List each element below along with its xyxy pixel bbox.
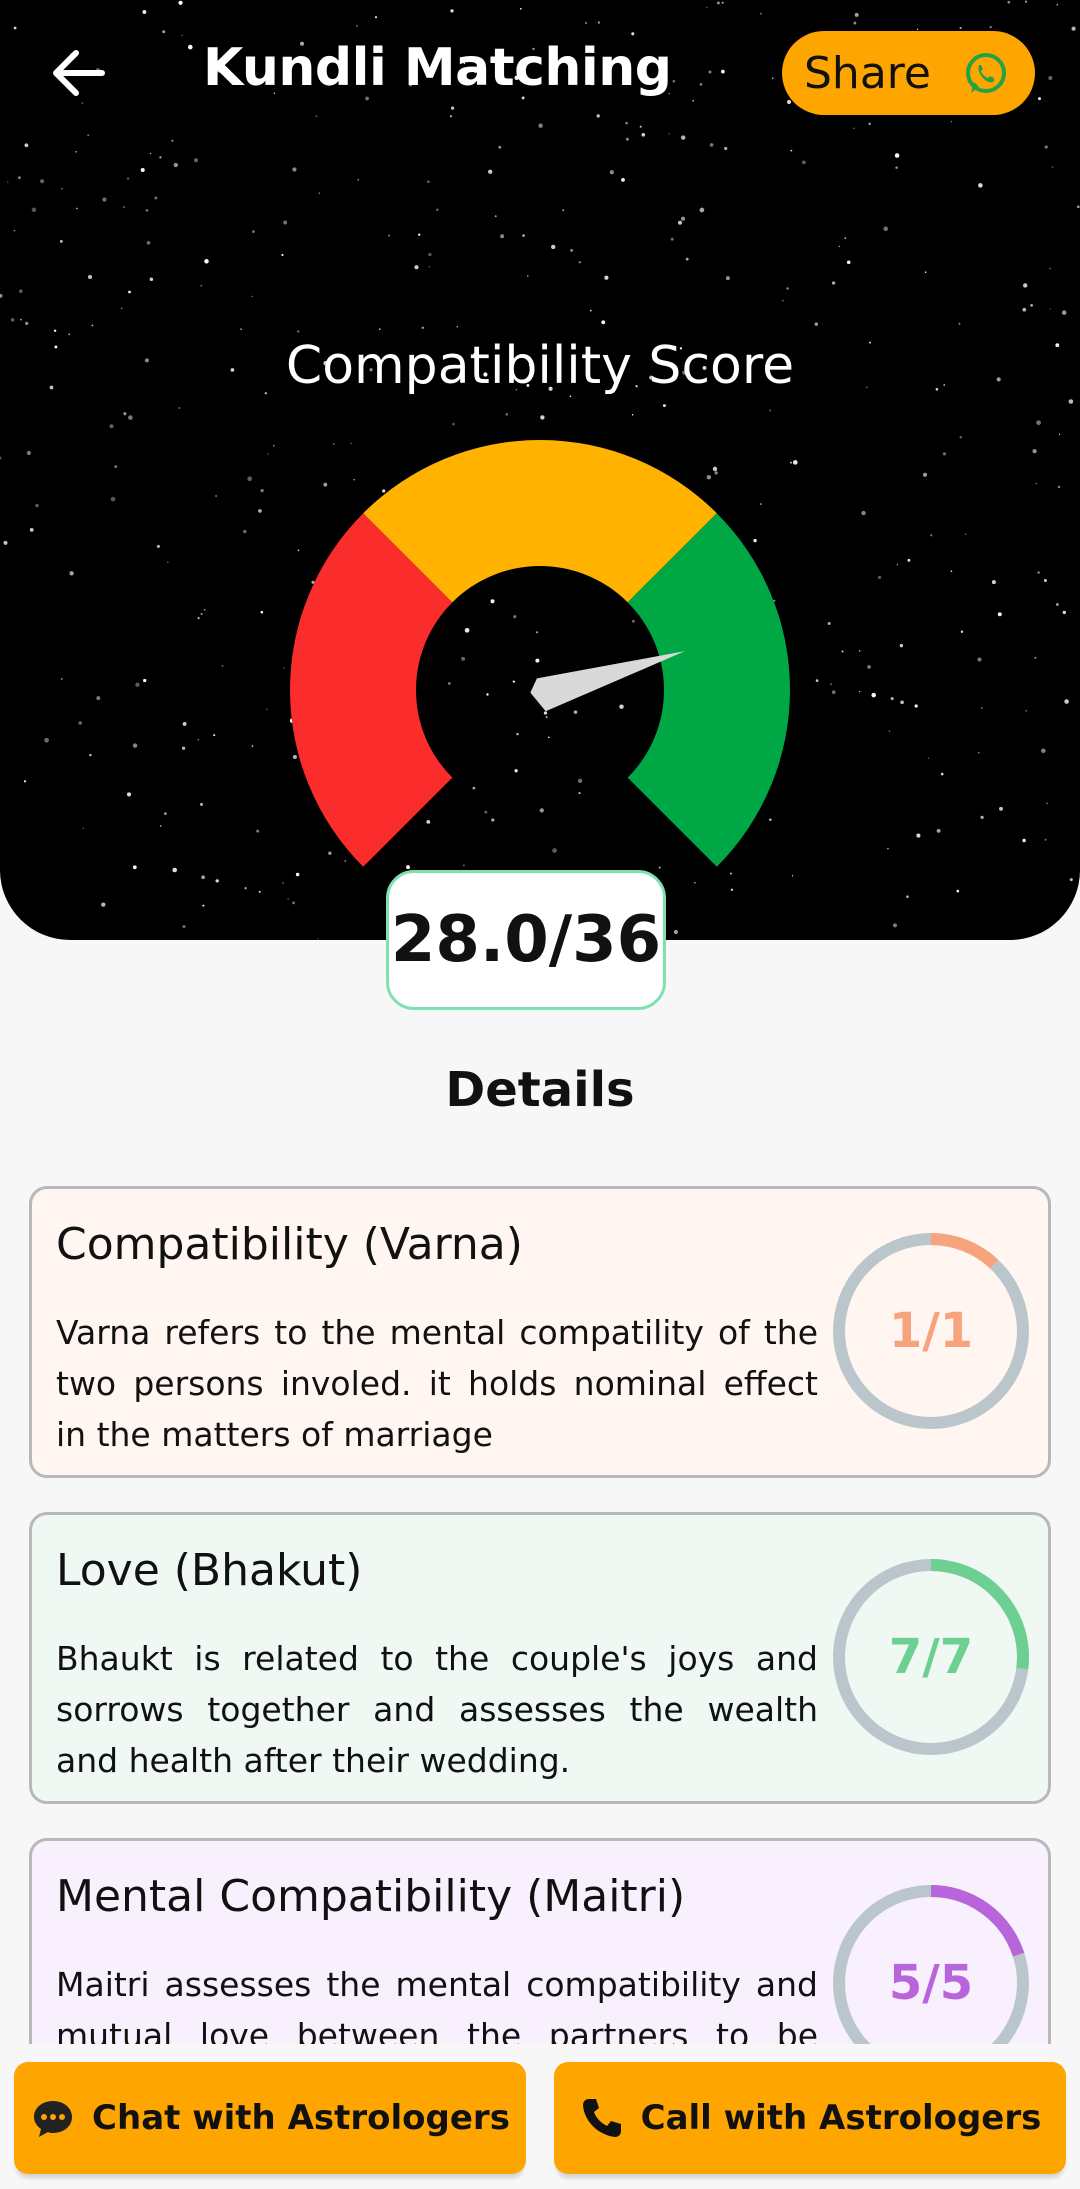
card-description: Bhaukt is related to the couple's joys a… bbox=[56, 1639, 818, 1780]
detail-card-varna: Compatibility (Varna) Varna refers to th… bbox=[29, 1186, 1051, 1478]
share-button-label: Share bbox=[804, 47, 931, 99]
score-value: 28.0/36 bbox=[390, 903, 662, 977]
call-button-label: Call with Astrologers bbox=[640, 2098, 1042, 2138]
gauge-needle bbox=[530, 651, 685, 712]
details-heading: Details bbox=[445, 1062, 635, 1118]
phone-icon bbox=[582, 2099, 621, 2137]
kundli-matching-screen: Kundli Matching Share Compatibility Scor… bbox=[0, 0, 1080, 2189]
arrow-left-icon bbox=[53, 50, 105, 96]
compatibility-score-title: Compatibility Score bbox=[285, 336, 795, 396]
chat-button-label: Chat with Astrologers bbox=[92, 2098, 510, 2138]
card-score: 7/7 bbox=[888, 1629, 974, 1685]
back-button[interactable] bbox=[44, 38, 114, 108]
score-display: 28.0/36 bbox=[386, 870, 666, 1010]
whatsapp-icon bbox=[966, 53, 1006, 93]
chat-with-astrologers-button[interactable]: Chat with Astrologers bbox=[14, 2062, 526, 2174]
page-title: Kundli Matching bbox=[203, 38, 672, 98]
detail-card-bhakut: Love (Bhakut) Bhaukt is related to the c… bbox=[29, 1512, 1051, 1804]
card-title: Love (Bhakut) bbox=[56, 1545, 363, 1596]
top-bar: Kundli Matching Share bbox=[0, 0, 1080, 150]
compatibility-gauge bbox=[290, 440, 790, 867]
bottom-action-bar: Chat with Astrologers Call with Astrolog… bbox=[0, 2044, 1080, 2189]
call-with-astrologers-button[interactable]: Call with Astrologers bbox=[554, 2062, 1066, 2174]
card-description: Varna refers to the mental compatility o… bbox=[56, 1313, 818, 1454]
card-score: 1/1 bbox=[888, 1303, 974, 1359]
card-title: Compatibility (Varna) bbox=[56, 1219, 523, 1270]
card-title: Mental Compatibility (Maitri) bbox=[56, 1871, 686, 1922]
share-button[interactable]: Share bbox=[782, 31, 1035, 115]
chat-bubble-icon bbox=[34, 2101, 73, 2137]
hero-starfield: Kundli Matching Share Compatibility Scor… bbox=[0, 0, 1080, 940]
